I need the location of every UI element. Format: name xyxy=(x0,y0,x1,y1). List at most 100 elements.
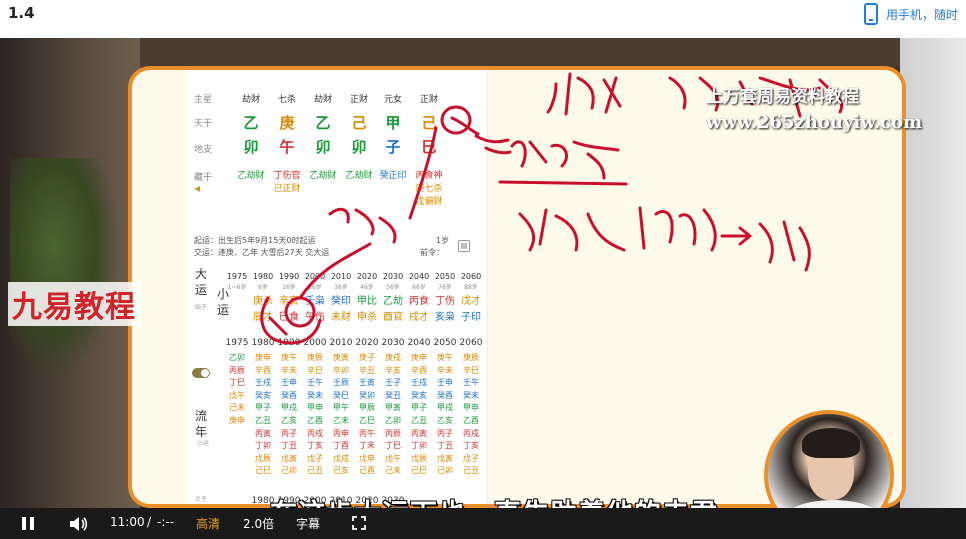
liunian-cell: 癸亥 xyxy=(255,390,271,400)
liunian-cell: 己巳 xyxy=(255,466,271,476)
liunian-cell: 乙酉 xyxy=(463,416,479,425)
liunian-year: 2060 xyxy=(459,338,483,348)
video-frame[interactable]: 主星 天干 地支 藏干 ◀ 劫财 七杀 劫财 正财 元女 正财 乙庚乙己甲己 卯午卯卯子巳… xyxy=(0,38,966,508)
dayun-branch: 酉官 xyxy=(383,312,403,323)
liunian-cell: 丁酉 xyxy=(333,441,349,451)
liunian-cell: 壬戌 xyxy=(411,378,427,388)
liunian-cell: 癸未 xyxy=(463,390,479,400)
liunian-cell: 壬子 xyxy=(385,378,401,388)
liunian-cell: 甲戌 xyxy=(437,403,453,413)
liunian-cell: 戊辰 xyxy=(255,453,271,463)
liunian-cell: 壬申 xyxy=(437,378,453,388)
copy-icon[interactable]: ▤ xyxy=(458,240,470,252)
liunian-cell: 甲戌 xyxy=(281,403,297,413)
scroll-left-arrow-icon[interactable]: ◀ xyxy=(194,184,200,193)
speed-button[interactable]: 2.0倍 xyxy=(243,515,274,532)
liunian-cell: 戊寅 xyxy=(437,453,453,463)
liunian-cell: 己丑 xyxy=(307,466,323,476)
liunian-cell: 己卯 xyxy=(281,466,297,476)
studio-background-right xyxy=(900,38,966,508)
liunian-cell: 癸酉 xyxy=(437,390,453,400)
liunian-cell: 壬戌 xyxy=(255,378,271,388)
liunian-cell: 辛巳 xyxy=(307,365,323,375)
liunian-cell: 己亥 xyxy=(333,466,349,476)
dayun-stem: 丙食 xyxy=(409,296,429,307)
liunian-cell: 辛亥 xyxy=(385,365,401,375)
dayun-branch: 戌才 xyxy=(409,312,429,323)
liunian-cell: 甲申 xyxy=(463,403,479,413)
liunian-cell: 壬午 xyxy=(463,378,479,388)
liunian-cell: 丁亥 xyxy=(463,441,479,451)
liunian-cell: 丙辰 xyxy=(385,428,401,438)
row-label-main-star: 主星 xyxy=(194,95,213,105)
liunian-cell: 戊午 xyxy=(385,453,401,463)
liunian-cell: 癸亥 xyxy=(411,390,427,400)
main-star-cell: 劫财 xyxy=(313,95,332,105)
liunian-cell: 癸卯 xyxy=(359,390,375,400)
liunian-cell: 丙申 xyxy=(333,428,349,438)
hidden-stem-cell: 丁伤官 xyxy=(273,171,301,181)
liunian-year: 1980 xyxy=(251,338,275,348)
liunian-year: 2050 xyxy=(433,338,457,348)
side-label-start: 始于 xyxy=(194,304,207,311)
dizhi-cell: 卯 xyxy=(315,138,331,156)
volume-icon[interactable] xyxy=(68,516,88,532)
mobile-link[interactable]: 用手机，随时 xyxy=(864,3,958,25)
liunian-cell: 乙未 xyxy=(333,416,349,425)
liunian-cell: 庚申 xyxy=(229,416,245,425)
watermark-title: 上万套周易资料教程 xyxy=(706,87,859,107)
liunian-cell: 癸酉 xyxy=(281,390,297,400)
liunian-cell: 癸巳 xyxy=(333,390,349,400)
main-star-cell: 正财 xyxy=(419,95,438,105)
liunian-cell: 辛卯 xyxy=(333,365,349,375)
main-star-cell: 元女 xyxy=(383,95,402,105)
dayun-branch: 未财 xyxy=(331,312,351,323)
liunian-label: 流 年 xyxy=(194,409,207,439)
liunian-cell: 丙子 xyxy=(281,428,297,438)
liunian-cell: 乙酉 xyxy=(307,416,323,425)
liunian-cell: 辛巳 xyxy=(463,365,479,375)
presenter-hair xyxy=(802,428,860,458)
player-controls: 11:00 / -:-- 高清 2.0倍 字幕 xyxy=(0,508,966,539)
liunian-year: 2000 xyxy=(303,338,327,348)
dayun-year: 2000 xyxy=(304,272,326,281)
main-star-cell: 正财 xyxy=(349,95,368,105)
liunian-year: 1990 xyxy=(277,338,301,348)
liunian-cell: 壬辰 xyxy=(333,378,349,388)
liunian-cell: 戊戌 xyxy=(333,453,349,463)
liunian-cell: 戊午 xyxy=(229,390,245,400)
liunian-cell: 甲子 xyxy=(411,403,427,413)
liunian-cell: 癸丑 xyxy=(385,390,401,400)
liunian-cell: 己未 xyxy=(385,466,401,476)
presenter-shirt xyxy=(778,500,888,508)
time-current: 11:00 xyxy=(110,515,145,529)
plant-image xyxy=(10,158,120,378)
hidden-stem-cell: 戊偏财 xyxy=(415,197,443,207)
liunian-cell: 戊寅 xyxy=(281,453,297,463)
captions-button[interactable]: 字幕 xyxy=(296,515,320,532)
quality-button[interactable]: 高清 xyxy=(196,515,220,532)
dayun-label: 大 运 xyxy=(194,267,207,297)
dayun-age: 56岁 xyxy=(386,284,400,291)
pause-icon[interactable] xyxy=(22,517,34,530)
dayun-stem: 丁伤 xyxy=(435,296,455,307)
liunian-cell: 戊辰 xyxy=(411,453,427,463)
dayun-age: 16岁 xyxy=(282,284,296,291)
liunian-year: 1975 xyxy=(225,338,249,348)
liunian-cell: 乙亥 xyxy=(281,416,297,425)
fullscreen-icon[interactable] xyxy=(352,516,366,530)
dayun-age: 46岁 xyxy=(360,284,374,291)
dayun-age: 26岁 xyxy=(308,284,322,291)
liunian-cell: 庚申 xyxy=(255,353,271,362)
liunian-cell: 丁丑 xyxy=(281,441,297,451)
dayun-stem: 壬枭 xyxy=(305,296,325,307)
small-luck-label: 小运 xyxy=(196,440,209,447)
dayun-branch: 辰才 xyxy=(253,312,273,323)
liunian-cell: 丙寅 xyxy=(411,428,427,438)
liunian-cell: 庚子 xyxy=(359,353,375,362)
before-label: 前令： xyxy=(420,248,444,257)
liunian-cell: 甲子 xyxy=(255,403,271,413)
liunian-cell: 丁巳 xyxy=(385,441,401,451)
dayun-toggle[interactable] xyxy=(192,368,210,378)
tiangan-cell: 乙 xyxy=(243,114,259,132)
